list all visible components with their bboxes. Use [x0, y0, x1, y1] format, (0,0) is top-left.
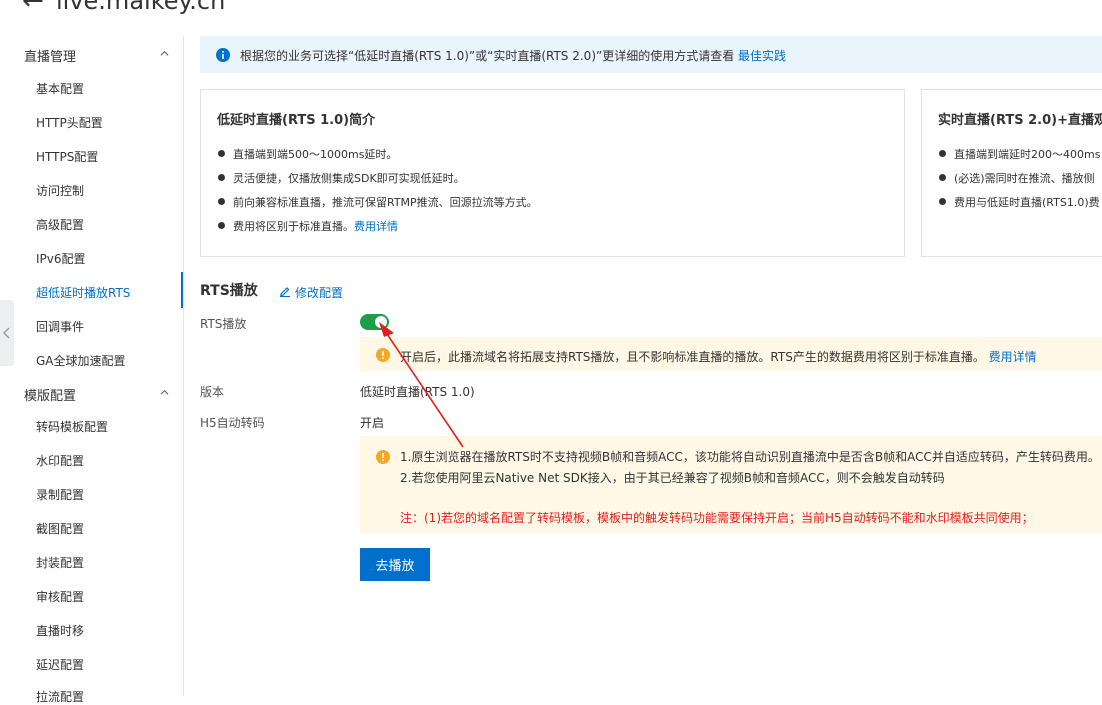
annotation-arrow	[379, 322, 464, 448]
